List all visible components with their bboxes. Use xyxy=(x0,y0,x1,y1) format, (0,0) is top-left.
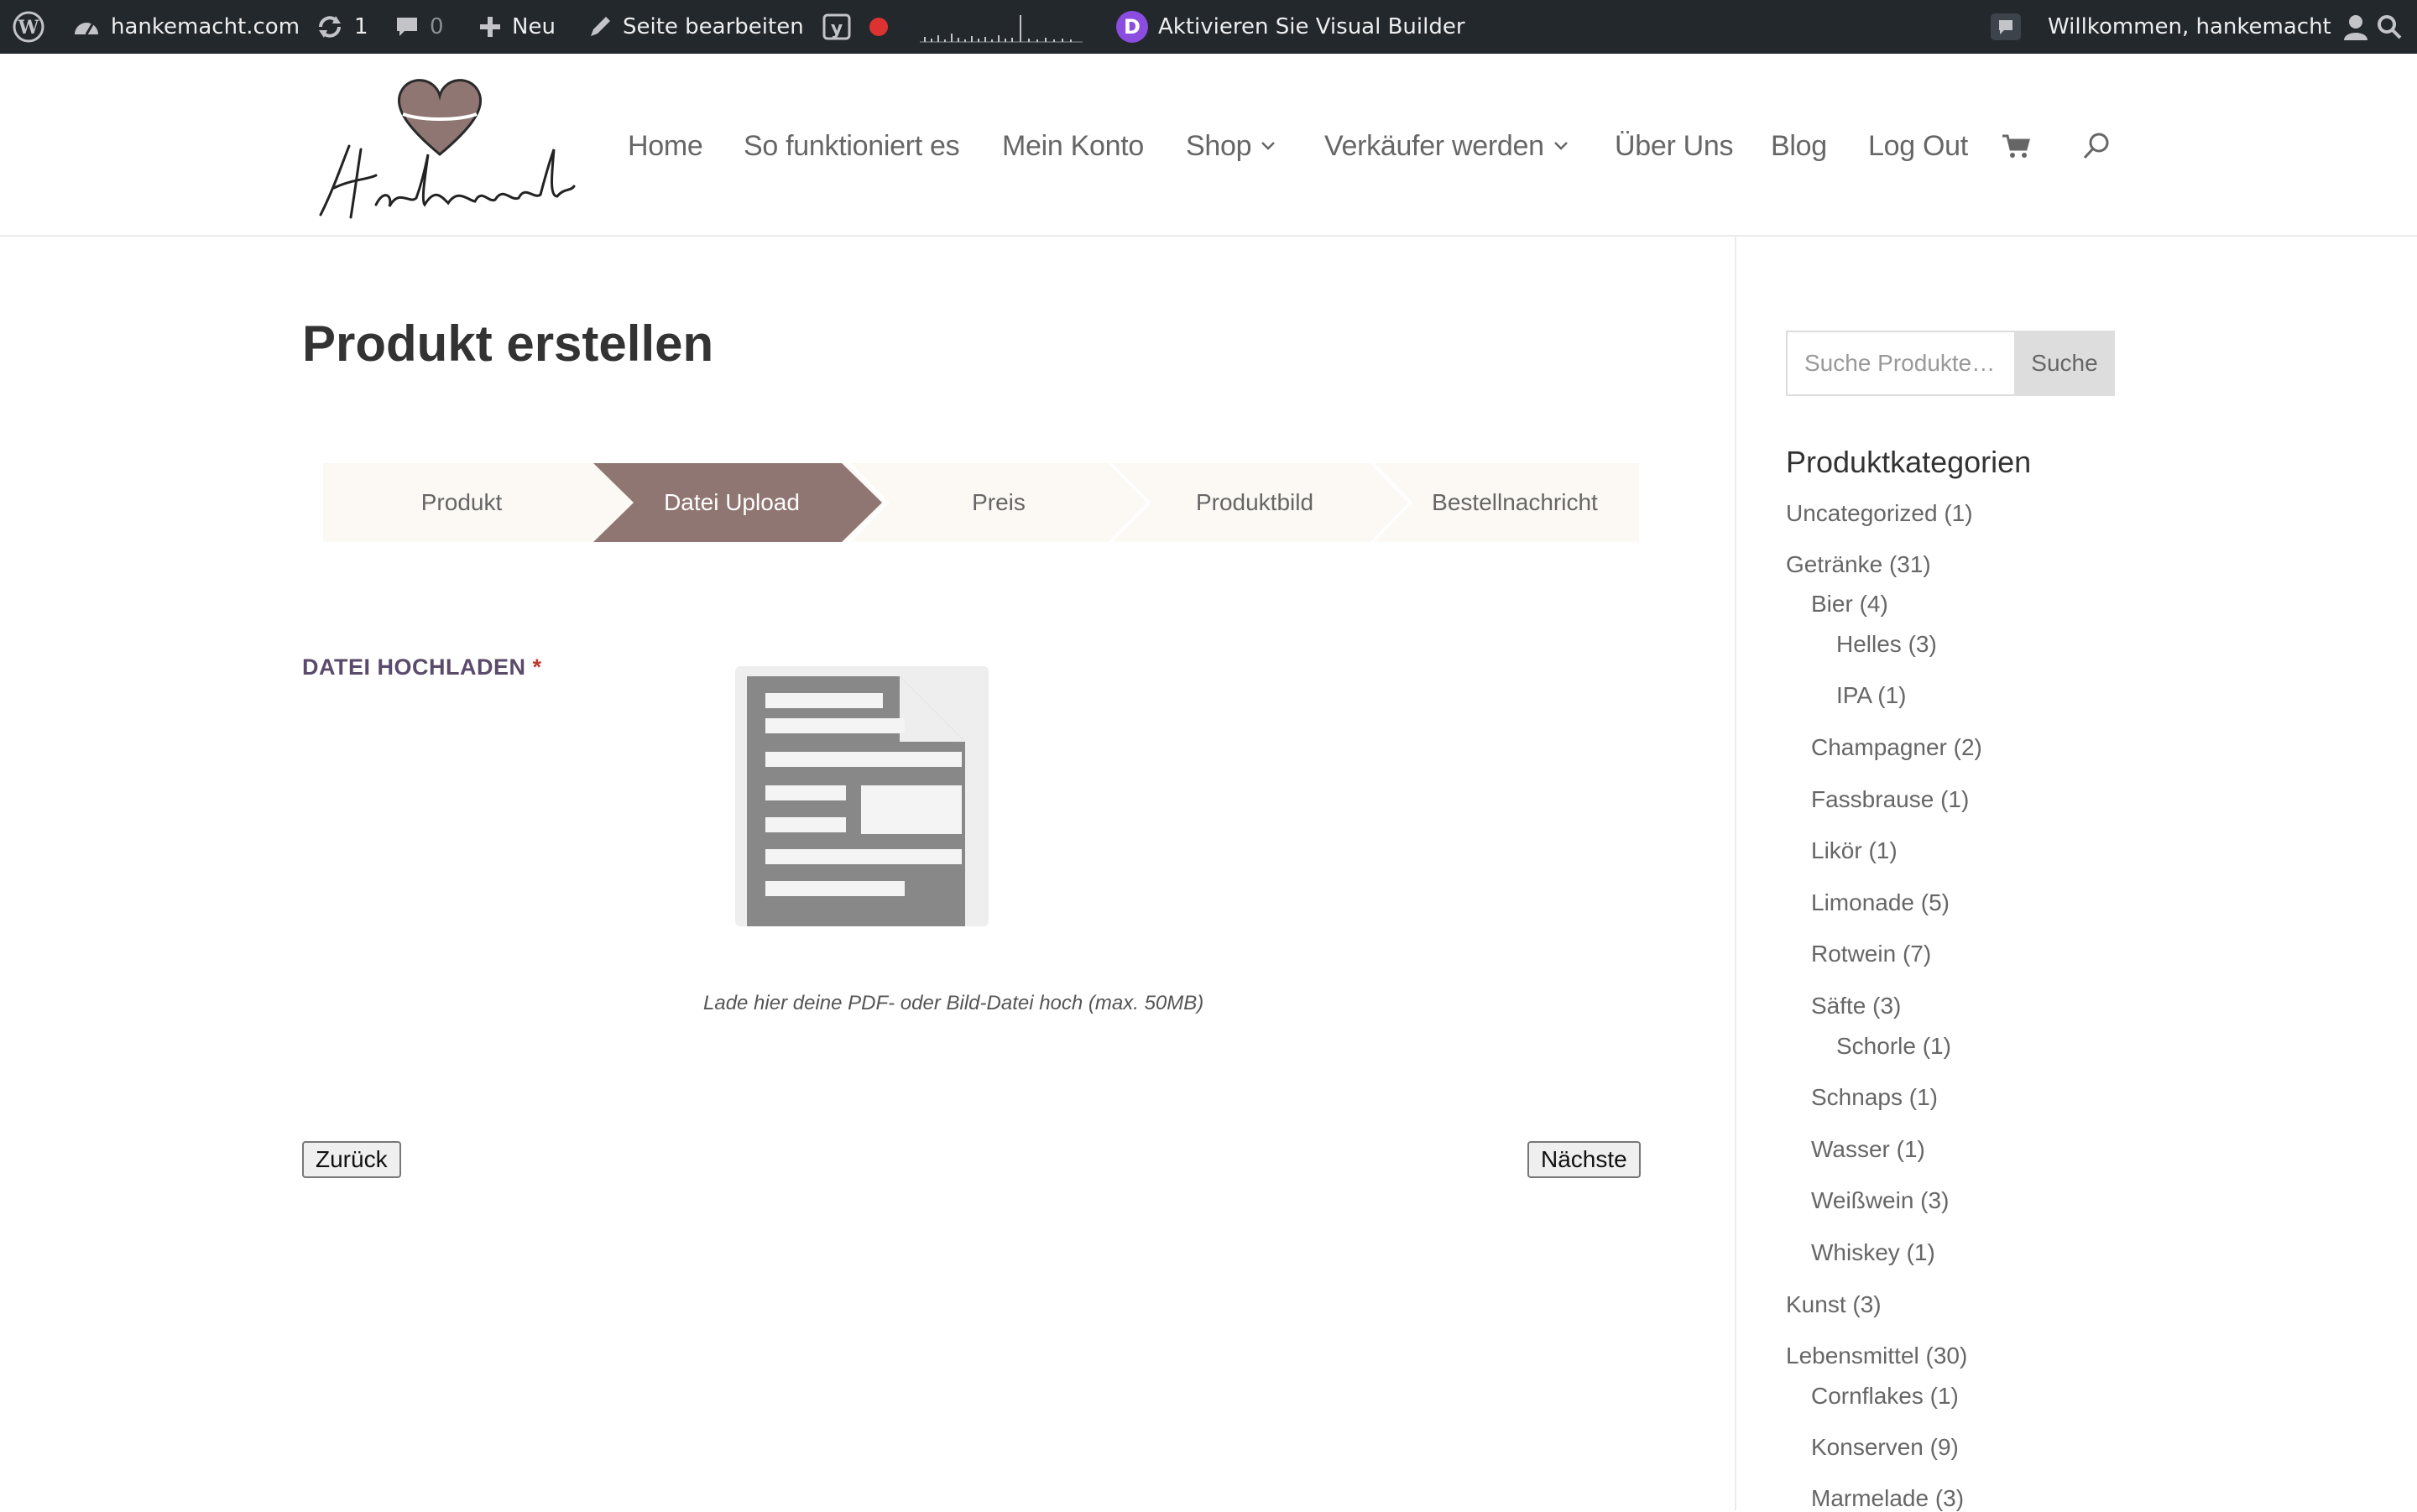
category-link[interactable]: Getränke (31) xyxy=(1786,551,1931,578)
site-name: hankemacht.com xyxy=(111,14,300,39)
site-logo[interactable] xyxy=(309,62,577,230)
category-link[interactable]: IPA (1) xyxy=(1836,682,1907,709)
category-link[interactable]: Limonade (5) xyxy=(1811,889,1950,916)
category-link[interactable]: Kunst (3) xyxy=(1786,1291,1882,1318)
pencil-icon xyxy=(587,14,613,39)
category-link[interactable]: Helles (3) xyxy=(1836,631,1937,658)
seo-plugin-icon[interactable]: y xyxy=(822,0,853,54)
comment-icon xyxy=(394,14,420,39)
account-menu[interactable]: Willkommen, hankemacht xyxy=(2048,0,2370,54)
chevron-down-icon xyxy=(1553,142,1568,150)
category-link[interactable]: Likör (1) xyxy=(1811,837,1898,864)
category-link[interactable]: Weißwein (3) xyxy=(1811,1187,1949,1214)
divi-logo-icon: D xyxy=(1116,11,1148,43)
nav-blog[interactable]: Blog xyxy=(1771,121,1827,171)
category-link[interactable]: Fassbrause (1) xyxy=(1811,786,1969,813)
admin-bar: W hankemacht.com 1 0 Neu Seite bearbeite… xyxy=(0,0,2417,54)
wordpress-logo-icon[interactable]: W xyxy=(12,0,45,54)
next-button[interactable]: Nächste xyxy=(1527,1141,1641,1178)
nav-so-funktioniert-es[interactable]: So funktioniert es xyxy=(744,121,960,171)
new-content-link[interactable]: Neu xyxy=(478,0,556,54)
category-link[interactable]: Konserven (9) xyxy=(1811,1434,1959,1461)
step-produkt[interactable]: Produkt xyxy=(323,463,600,542)
site-name-link[interactable]: hankemacht.com xyxy=(72,0,300,54)
document-icon xyxy=(747,676,965,926)
file-upload-dropzone[interactable] xyxy=(735,666,989,926)
site-header: Home So funktioniert es Mein Konto Shop … xyxy=(0,54,2417,237)
visual-builder-link[interactable]: D Aktivieren Sie Visual Builder xyxy=(1116,0,1465,54)
step-bestellnachricht[interactable]: Bestellnachricht xyxy=(1389,463,1641,542)
nav-home[interactable]: Home xyxy=(628,121,703,171)
sidebar-divider xyxy=(1735,237,1736,1510)
greeting: Willkommen, hankemacht xyxy=(2048,14,2331,39)
edit-page-label: Seite bearbeiten xyxy=(623,14,804,39)
nav-verkaeufer-werden[interactable]: Verkäufer werden xyxy=(1324,121,1569,171)
svg-text:W: W xyxy=(18,17,39,39)
nav-log-out[interactable]: Log Out xyxy=(1868,121,1968,171)
product-search-input[interactable] xyxy=(1786,331,2014,396)
notification-icon[interactable] xyxy=(1989,0,2023,54)
category-link[interactable]: Bier (4) xyxy=(1811,591,1888,618)
upload-field-label: DATEI HOCHLADEN * xyxy=(302,654,542,680)
category-link[interactable]: Schnaps (1) xyxy=(1811,1084,1938,1111)
new-label: Neu xyxy=(512,14,556,39)
category-link[interactable]: Cornflakes (1) xyxy=(1811,1383,1959,1410)
step-preis[interactable]: Preis xyxy=(877,463,1120,542)
recording-status-icon[interactable] xyxy=(869,0,888,54)
dashboard-icon xyxy=(72,14,101,39)
admin-search-icon[interactable] xyxy=(2375,0,2404,54)
back-button[interactable]: Zurück xyxy=(302,1141,401,1178)
updates-count: 1 xyxy=(354,14,368,39)
required-marker: * xyxy=(532,654,542,680)
nav-ueber-uns[interactable]: Über Uns xyxy=(1615,121,1734,171)
step-progress: Produkt Datei Upload Preis Produktbild B… xyxy=(323,463,1639,542)
edit-page-link[interactable]: Seite bearbeiten xyxy=(587,0,804,54)
chevron-down-icon xyxy=(1261,142,1276,150)
category-link[interactable]: Wasser (1) xyxy=(1811,1136,1925,1163)
category-link[interactable]: Uncategorized (1) xyxy=(1786,500,1973,527)
user-avatar-icon xyxy=(2341,13,2370,41)
comments-count: 0 xyxy=(430,14,444,39)
visual-builder-label: Aktivieren Sie Visual Builder xyxy=(1158,14,1465,39)
category-link[interactable]: Marmelade (3) xyxy=(1811,1485,1964,1512)
nav-mein-konto[interactable]: Mein Konto xyxy=(1002,121,1144,171)
category-link[interactable]: Lebensmittel (30) xyxy=(1786,1343,1967,1369)
categories-title: Produktkategorien xyxy=(1786,445,2032,479)
page-title: Produkt erstellen xyxy=(302,315,714,372)
step-produktbild[interactable]: Produktbild xyxy=(1129,463,1381,542)
comments-link[interactable]: 0 xyxy=(394,0,444,54)
category-link[interactable]: Champagner (2) xyxy=(1811,734,1982,761)
updates-link[interactable]: 1 xyxy=(316,0,368,54)
product-search-button[interactable]: Suche xyxy=(2014,331,2115,396)
step-datei-upload[interactable]: Datei Upload xyxy=(600,463,864,542)
nav-shop[interactable]: Shop xyxy=(1186,121,1276,171)
upload-hint: Lade hier deine PDF- oder Bild-Datei hoc… xyxy=(703,992,1204,1014)
performance-graph-icon[interactable] xyxy=(920,0,1083,54)
header-search-icon[interactable] xyxy=(2081,121,2112,171)
cart-icon[interactable] xyxy=(2001,121,2031,171)
category-link[interactable]: Whiskey (1) xyxy=(1811,1239,1935,1266)
refresh-icon xyxy=(316,13,344,41)
plus-icon xyxy=(478,15,502,39)
svg-text:y: y xyxy=(831,18,843,39)
category-link[interactable]: Säfte (3) xyxy=(1811,993,1901,1019)
category-link[interactable]: Schorle (1) xyxy=(1836,1033,1951,1060)
category-link[interactable]: Rotwein (7) xyxy=(1811,941,1931,967)
